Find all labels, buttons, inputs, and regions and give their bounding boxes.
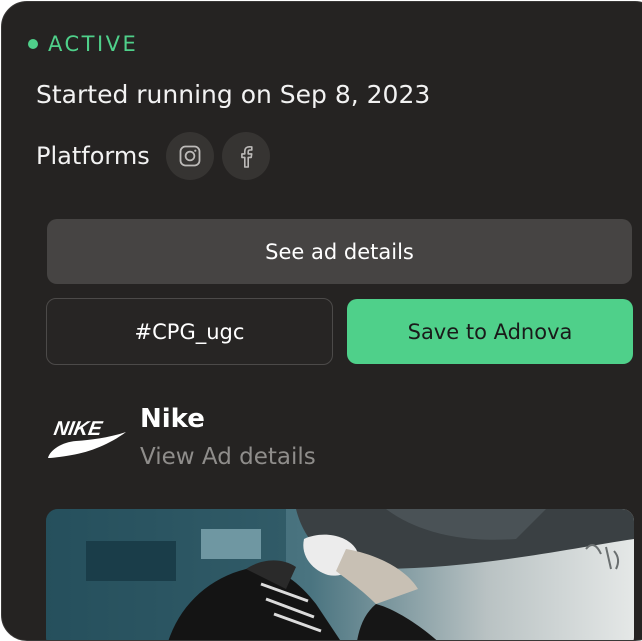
status-label: ACTIVE [48,32,139,56]
platforms-row: Platforms [36,132,270,180]
nike-logo: NIKE [48,418,126,458]
brand-name: Nike [140,404,205,434]
view-ad-details-link[interactable]: View Ad details [140,444,316,470]
tag-button[interactable]: #CPG_ugc [46,298,333,365]
started-running-text: Started running on Sep 8, 2023 [36,80,431,109]
status-dot-icon [28,39,38,49]
instagram-platform-button[interactable] [165,132,214,180]
nike-logo-text: NIKE [52,418,104,440]
instagram-icon [179,145,201,167]
platforms-label: Platforms [36,142,150,170]
ad-preview-image[interactable] [46,509,634,640]
see-ad-details-button[interactable]: See ad details [47,219,632,284]
status-indicator: ACTIVE [28,32,138,56]
facebook-platform-button[interactable] [221,132,270,180]
ad-card: ACTIVE Started running on Sep 8, 2023 Pl… [1,1,642,641]
save-to-adnova-button[interactable]: Save to Adnova [347,299,633,364]
facebook-icon [240,146,253,168]
ad-image-graphic [46,509,634,640]
